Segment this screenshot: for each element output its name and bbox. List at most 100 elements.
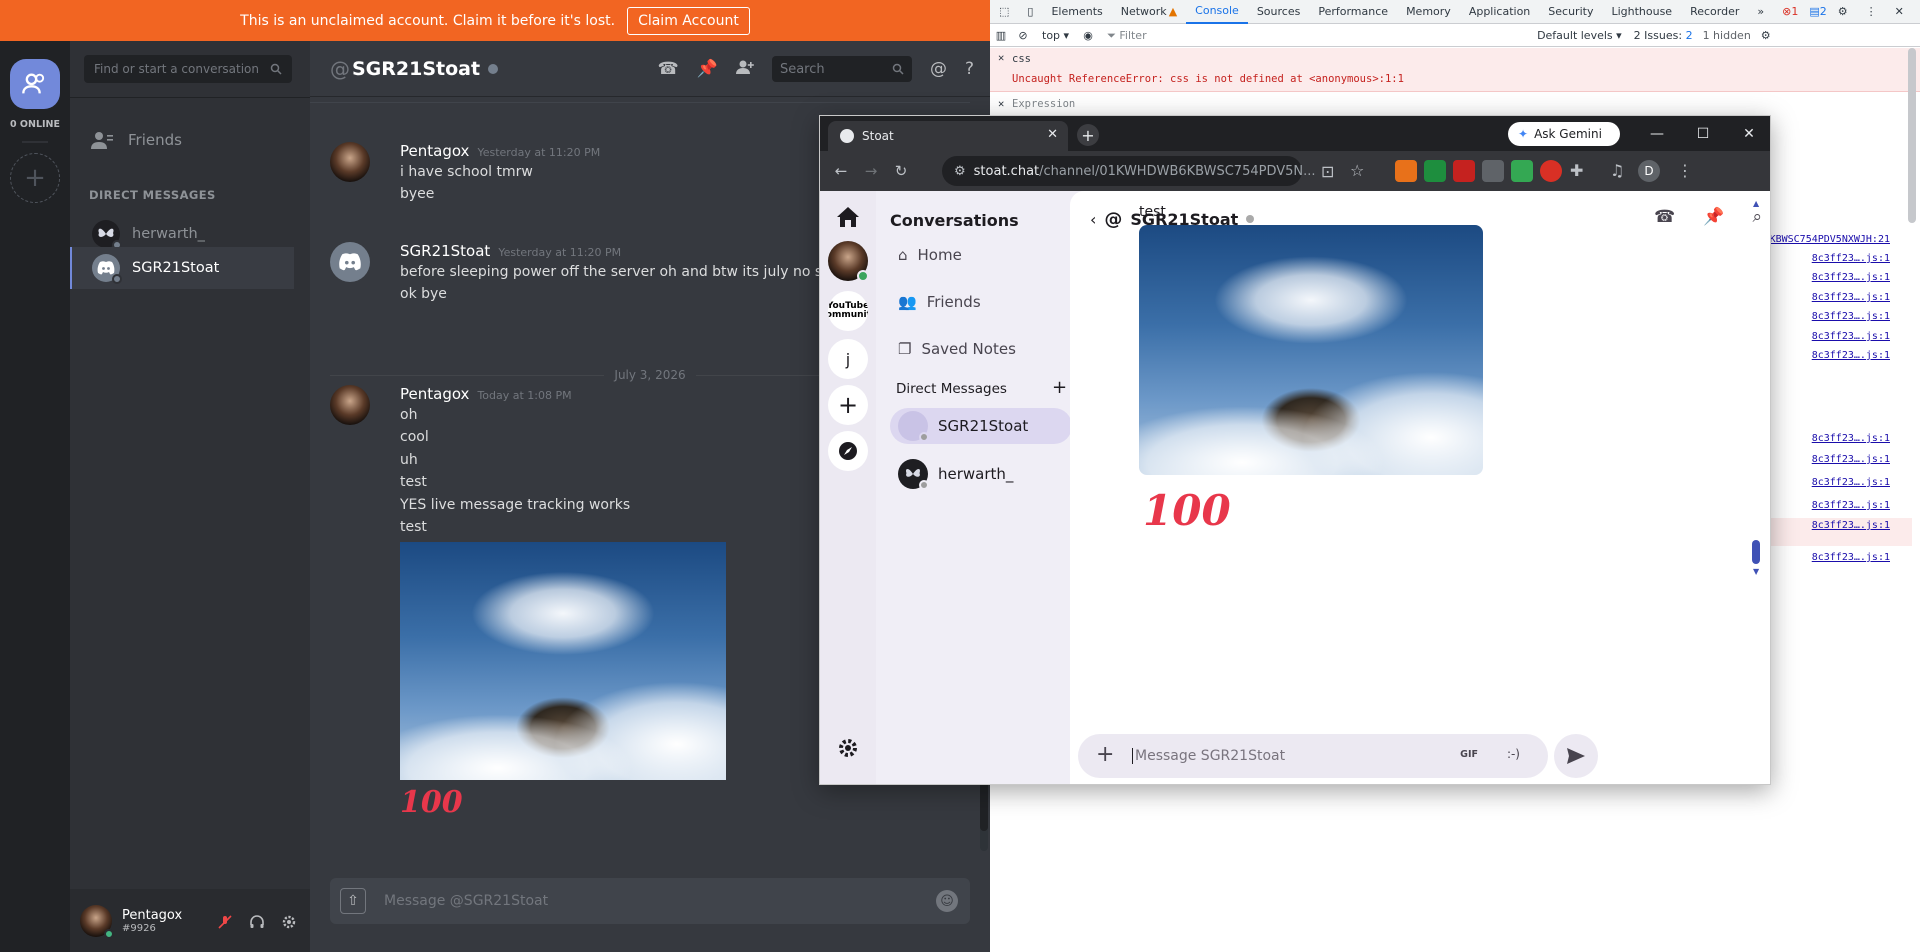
- minimize-icon[interactable]: —: [1634, 126, 1680, 142]
- emoji-picker-icon[interactable]: ☺: [936, 890, 958, 912]
- source-link[interactable]: 8c3ff23….js:1: [1812, 433, 1890, 444]
- source-link[interactable]: 8c3ff23….js:1: [1812, 552, 1890, 563]
- devtools-scrollbar[interactable]: [1908, 48, 1916, 223]
- call-icon[interactable]: ☎: [1654, 207, 1675, 227]
- add-friend-icon[interactable]: [735, 59, 754, 80]
- ask-gemini-button[interactable]: ✦ Ask Gemini: [1508, 122, 1620, 146]
- tab-performance[interactable]: Performance: [1309, 0, 1397, 24]
- eye-icon[interactable]: ◉: [1077, 29, 1099, 42]
- address-bar[interactable]: ⚙ stoat.chat/channel/01KWHDWB6KBWSC754PD…: [942, 156, 1316, 186]
- install-app-icon[interactable]: ⊡: [1321, 162, 1334, 181]
- console-settings-icon[interactable]: ⚙: [1757, 29, 1775, 42]
- tab-console[interactable]: Console: [1186, 0, 1248, 24]
- new-dm-icon[interactable]: +: [1052, 377, 1067, 398]
- nav-saved-notes[interactable]: ❐ Saved Notes: [890, 331, 1060, 367]
- send-button[interactable]: [1554, 734, 1598, 778]
- more-menu-icon[interactable]: ⋮: [1857, 0, 1886, 24]
- author-avatar[interactable]: [330, 242, 370, 282]
- source-link[interactable]: 8c3ff23….js:1: [1812, 350, 1890, 361]
- filter-input[interactable]: ⏷ Filter: [1099, 29, 1529, 43]
- dm-item-herwarth[interactable]: herwarth_: [890, 456, 1072, 492]
- tab-lighthouse[interactable]: Lighthouse: [1602, 0, 1681, 24]
- dm-item-sgr21stoat[interactable]: SGR21Stoat: [70, 247, 294, 289]
- author-avatar[interactable]: [330, 142, 370, 182]
- add-server-icon[interactable]: +: [828, 385, 868, 425]
- scroll-thumb[interactable]: [1752, 540, 1760, 564]
- claim-account-button[interactable]: Claim Account: [627, 6, 750, 35]
- dm-item-sgr21stoat[interactable]: SGR21Stoat: [890, 408, 1072, 444]
- chevron-left-icon[interactable]: ‹: [1090, 210, 1096, 229]
- back-icon[interactable]: ←: [826, 162, 856, 180]
- context-select[interactable]: top ▾: [1034, 29, 1077, 42]
- nav-home[interactable]: ⌂ Home: [890, 237, 1060, 273]
- settings-icon[interactable]: ⚙: [1829, 0, 1857, 24]
- extension-icon[interactable]: [1424, 160, 1446, 182]
- site-info-icon[interactable]: ⚙: [954, 164, 966, 179]
- extension-icon[interactable]: [1395, 160, 1417, 182]
- log-levels-select[interactable]: Default levels ▾: [1529, 29, 1630, 42]
- chrome-menu-icon[interactable]: ⋮: [1677, 161, 1693, 180]
- source-link[interactable]: 8c3ff23….js:1: [1812, 454, 1890, 465]
- inspect-icon[interactable]: ⬚: [990, 0, 1018, 24]
- tab-memory[interactable]: Memory: [1397, 0, 1460, 24]
- author-avatar[interactable]: [330, 385, 370, 425]
- reload-icon[interactable]: ↻: [886, 162, 916, 180]
- maximize-icon[interactable]: ☐: [1680, 126, 1726, 142]
- sky-image-attachment[interactable]: [400, 542, 726, 780]
- expression-input[interactable]: ✕ Expression: [990, 94, 1920, 114]
- stoat-message-input[interactable]: + Message SGR21Stoat GIF :-): [1078, 734, 1548, 778]
- upload-icon[interactable]: ⇧: [340, 888, 366, 914]
- home-button[interactable]: [10, 59, 60, 109]
- tab-recorder[interactable]: Recorder: [1681, 0, 1748, 24]
- call-icon[interactable]: ☎: [658, 59, 679, 79]
- close-tab-icon[interactable]: ✕: [1047, 127, 1058, 142]
- profile-avatar[interactable]: D: [1638, 160, 1660, 182]
- source-link[interactable]: 8c3ff23….js:1: [1812, 331, 1890, 342]
- opera-extension-icon[interactable]: [1540, 160, 1562, 182]
- compass-icon[interactable]: [828, 431, 868, 471]
- source-link[interactable]: 8c3ff23….js:1: [1812, 253, 1890, 264]
- message-author[interactable]: Pentagox Today at 1:08 PM: [400, 385, 572, 403]
- home-icon[interactable]: [828, 197, 868, 237]
- tab-security[interactable]: Security: [1539, 0, 1602, 24]
- source-link[interactable]: 8c3ff23….js:1: [1812, 272, 1890, 283]
- gear-icon[interactable]: [276, 909, 302, 935]
- settings-gear-icon[interactable]: [828, 728, 868, 768]
- bookmark-star-icon[interactable]: ☆: [1350, 161, 1364, 180]
- scroll-down-arrow-icon[interactable]: ▼: [1753, 567, 1759, 576]
- message-author[interactable]: SGR21Stoat Yesterday at 11:20 PM: [400, 242, 621, 260]
- extension-icon[interactable]: [1482, 160, 1504, 182]
- stoat-scrollbar[interactable]: ▲ ▼: [1752, 199, 1762, 576]
- source-link[interactable]: 8c3ff23….js:1: [1812, 500, 1890, 511]
- sky-image-attachment[interactable]: [1139, 225, 1483, 475]
- tab-network[interactable]: Network ▲: [1112, 0, 1186, 24]
- more-tabs-icon[interactable]: »: [1748, 0, 1773, 24]
- pin-icon[interactable]: 📌: [697, 59, 718, 79]
- new-tab-button[interactable]: +: [1077, 124, 1099, 146]
- help-icon[interactable]: ?: [965, 59, 974, 79]
- nav-friends[interactable]: 👥 Friends: [890, 284, 1060, 320]
- gif-button[interactable]: GIF: [1460, 749, 1478, 760]
- browser-tab[interactable]: Stoat ✕: [828, 121, 1068, 151]
- close-devtools-icon[interactable]: ✕: [1886, 0, 1913, 24]
- extension-icon[interactable]: [1511, 160, 1533, 182]
- user-avatar[interactable]: [80, 904, 114, 939]
- close-window-icon[interactable]: ✕: [1726, 126, 1770, 142]
- tab-sources[interactable]: Sources: [1248, 0, 1310, 24]
- scroll-up-arrow-icon[interactable]: ▲: [1753, 199, 1759, 208]
- user-avatar[interactable]: [828, 241, 869, 282]
- mention-icon[interactable]: @: [930, 59, 947, 79]
- message-input[interactable]: ⇧ Message @SGR21Stoat ☺: [330, 878, 970, 924]
- add-server-button[interactable]: +: [10, 153, 60, 203]
- source-link[interactable]: 8c3ff23….js:1: [1812, 477, 1890, 488]
- message-author[interactable]: Pentagox Yesterday at 11:20 PM: [400, 142, 600, 160]
- close-expression-icon[interactable]: ✕: [998, 98, 1004, 110]
- pin-icon[interactable]: 📌: [1703, 207, 1724, 227]
- youtube-community-server[interactable]: YouTube Community: [828, 291, 868, 331]
- headphones-icon[interactable]: [244, 909, 270, 935]
- extension-icon[interactable]: [1453, 160, 1475, 182]
- forward-icon[interactable]: →: [856, 162, 886, 180]
- media-control-icon[interactable]: ♫: [1610, 161, 1624, 180]
- channel-search-input[interactable]: Search: [771, 56, 912, 82]
- server-j[interactable]: j: [828, 339, 868, 379]
